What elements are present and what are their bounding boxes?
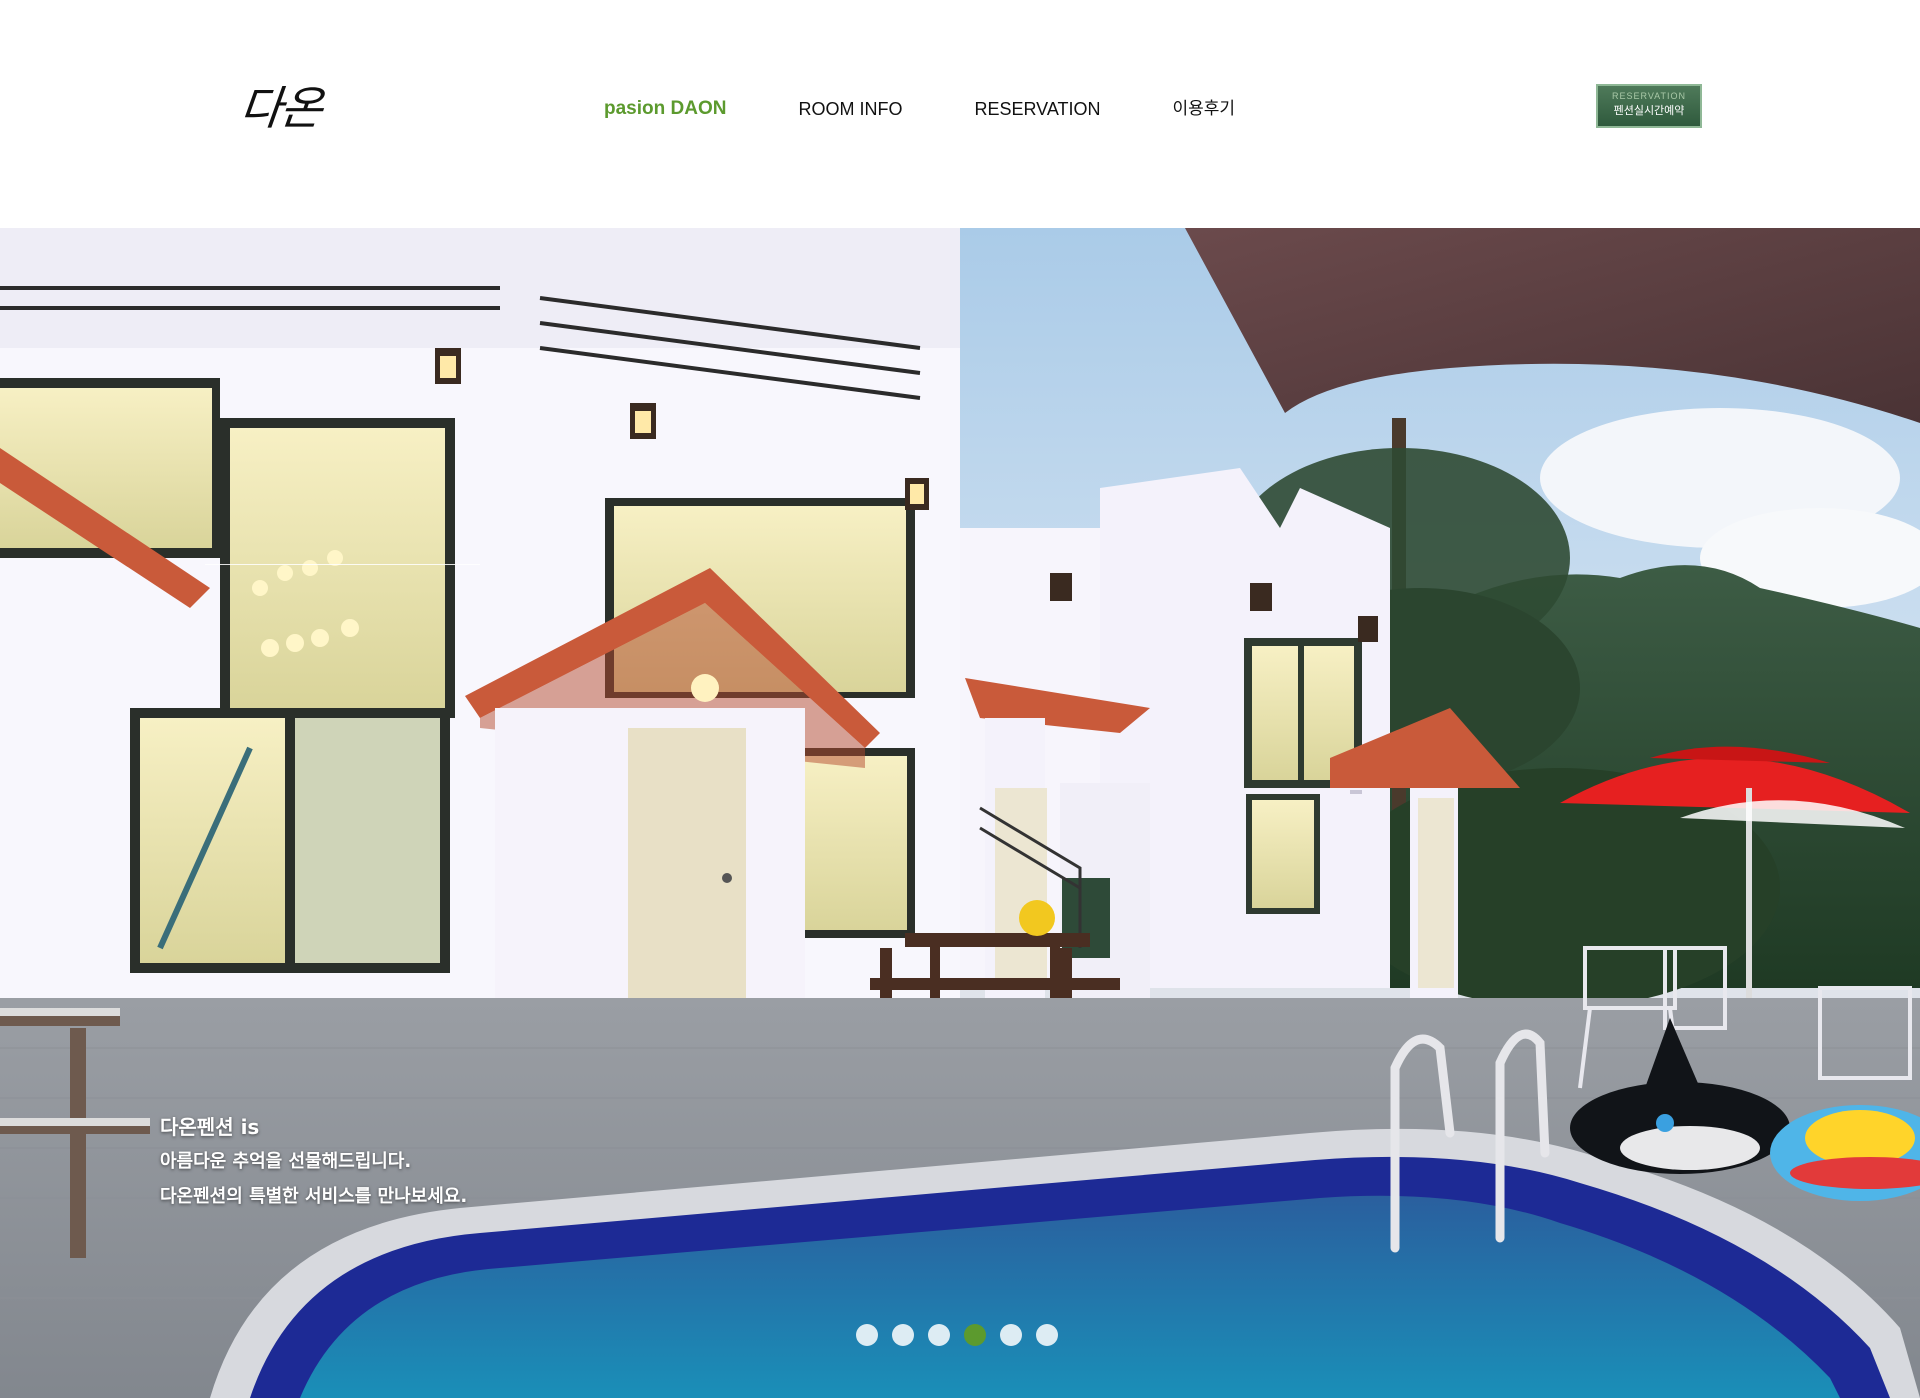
slider-dot[interactable] — [928, 1324, 950, 1346]
hero-decorative-line — [205, 564, 480, 565]
hero-caption: 다온펜션 is 아름다운 추억을 선물해드립니다. 다온펜션의 특별한 서비스를… — [160, 1110, 467, 1214]
hero-image-pension-pool — [0, 228, 1920, 1398]
site-logo[interactable]: 다온 — [237, 78, 324, 138]
slider-dot[interactable] — [1036, 1324, 1058, 1346]
main-nav: pasion DAON ROOM INFO RESERVATION 이용후기 — [604, 96, 1307, 122]
hero-slider: 다온펜션 is 아름다운 추억을 선물해드립니다. 다온펜션의 특별한 서비스를… — [0, 228, 1920, 1398]
nav-room-info[interactable]: ROOM INFO — [798, 96, 902, 122]
reservation-button-caption: RESERVATION — [1611, 91, 1686, 101]
hero-caption-line: 다온펜션의 특별한 서비스를 만나보세요. — [160, 1186, 468, 1207]
nav-reviews[interactable]: 이용후기 — [1172, 96, 1235, 122]
slider-dot[interactable] — [964, 1324, 986, 1346]
hero-caption-title: 다온펜션 is — [160, 1115, 260, 1139]
slider-dot[interactable] — [856, 1324, 878, 1346]
site-header: 다온 pasion DAON ROOM INFO RESERVATION 이용후… — [0, 0, 1920, 228]
realtime-reservation-button[interactable]: RESERVATION 펜션실시간예약 — [1596, 84, 1702, 128]
hero-caption-line: 아름다운 추억을 선물해드립니다. — [160, 1151, 412, 1172]
slider-dot[interactable] — [892, 1324, 914, 1346]
nav-pasion-daon[interactable]: pasion DAON — [604, 96, 726, 122]
slider-pagination — [856, 1324, 1072, 1346]
slider-dot[interactable] — [1000, 1324, 1022, 1346]
nav-reservation[interactable]: RESERVATION — [974, 96, 1100, 122]
reservation-button-label: 펜션실시간예약 — [1613, 104, 1685, 117]
